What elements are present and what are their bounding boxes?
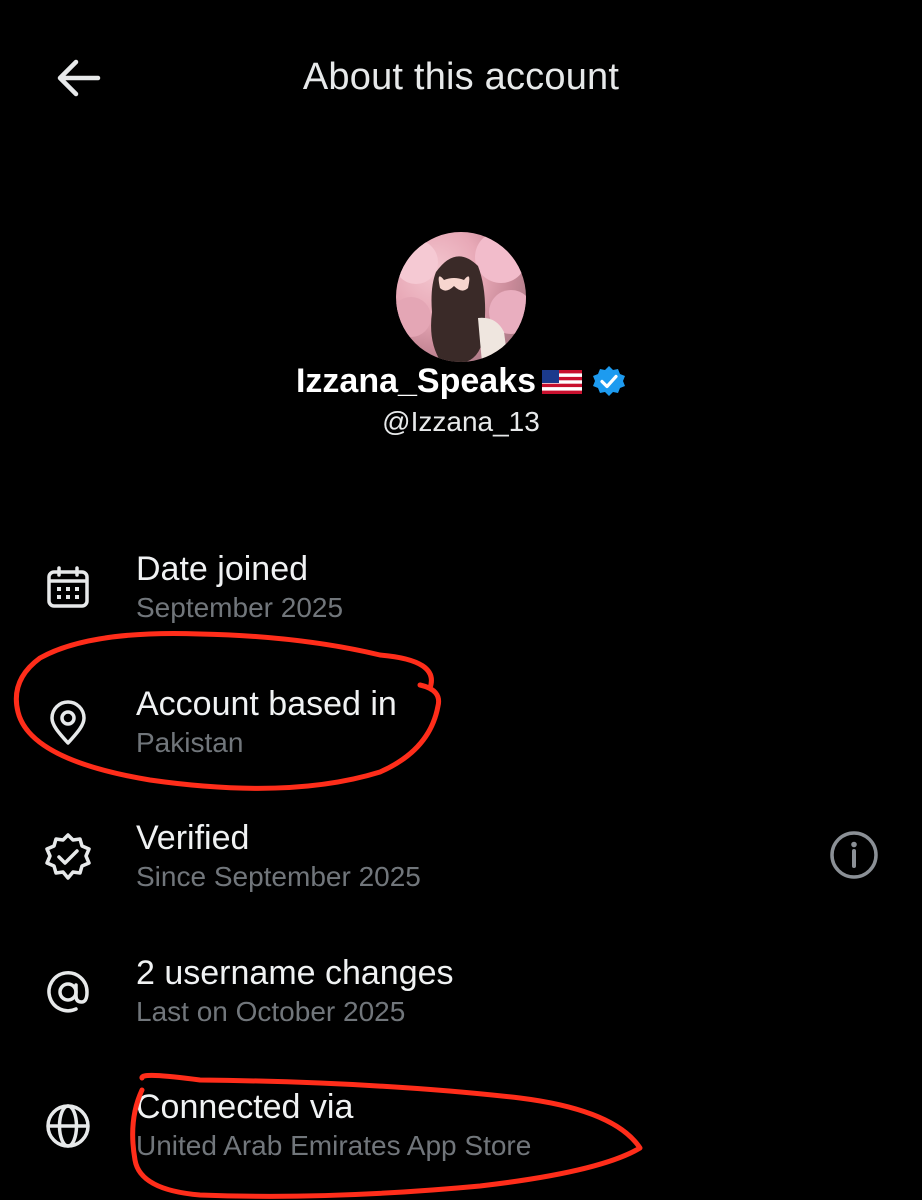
profile-name-row: Izzana_Speaks <box>0 362 922 401</box>
username-changes-value: Last on October 2025 <box>136 996 406 1027</box>
info-icon <box>830 831 878 879</box>
connected-via-row: Connected via United Arab Emirates App S… <box>0 1084 922 1184</box>
us-flag-icon <box>542 369 583 394</box>
date-joined-value: September 2025 <box>136 592 344 623</box>
location-pin-icon <box>40 695 96 751</box>
connected-via-value: United Arab Emirates App Store <box>136 1130 532 1161</box>
verified-label: Verified <box>136 819 250 857</box>
connected-via-label: Connected via <box>136 1088 354 1126</box>
username-changes-label: 2 username changes <box>136 954 454 992</box>
globe-icon <box>40 1098 96 1154</box>
account-based-in-value: Pakistan <box>136 727 244 758</box>
account-based-in-row: Account based in Pakistan <box>0 681 922 781</box>
page-title: About this account <box>302 56 620 98</box>
app-header: About this account <box>0 0 922 160</box>
date-joined-label: Date joined <box>136 550 309 588</box>
verified-value: Since September 2025 <box>136 861 421 892</box>
verified-outline-icon <box>40 829 96 885</box>
calendar-icon <box>40 560 96 616</box>
avatar-image <box>396 232 526 362</box>
verified-badge-icon[interactable] <box>592 365 626 399</box>
avatar[interactable] <box>396 232 526 362</box>
date-joined-row: Date joined September 2025 <box>0 546 922 646</box>
username-changes-row: 2 username changes Last on October 2025 <box>0 950 922 1050</box>
account-based-in-label: Account based in <box>136 685 397 723</box>
verified-row: Verified Since September 2025 <box>0 815 922 915</box>
display-name: Izzana_Speaks <box>295 362 537 400</box>
verified-info-button[interactable] <box>826 827 882 883</box>
profile-handle: @Izzana_13 <box>382 406 540 437</box>
at-sign-icon <box>40 964 96 1020</box>
